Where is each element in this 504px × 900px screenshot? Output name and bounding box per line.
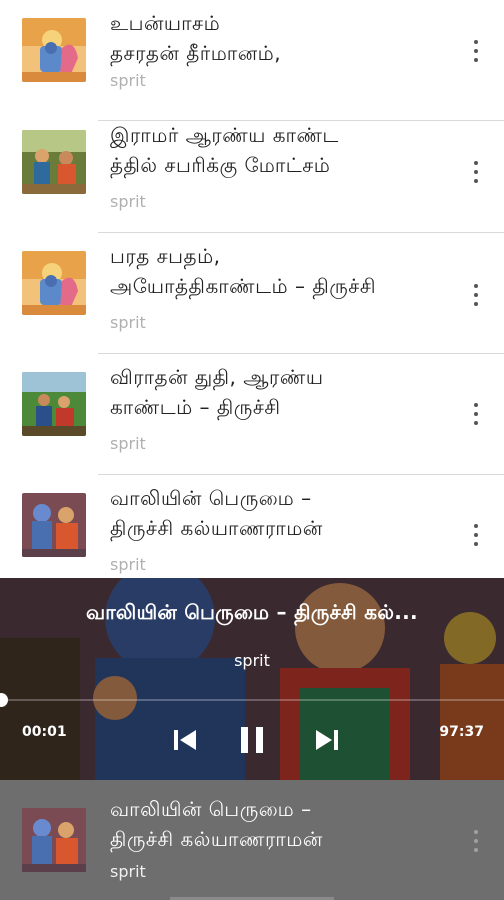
episode-thumbnail [22,251,86,315]
more-options-icon[interactable] [472,284,480,306]
skip-previous-icon[interactable] [172,728,198,752]
mini-player-author: sprit [110,862,146,881]
more-options-icon[interactable] [472,524,480,546]
episode-author: sprit [110,434,146,453]
skip-next-icon[interactable] [314,728,340,752]
episode-title: பரத சபதம், அயோத்திகாண்டம் – திருச்சி [110,244,377,298]
elapsed-time: 00:01 [22,724,67,740]
episode-title: இராமர் ஆரண்ய காண்ட த்தில் சபரிக்கு மோட்ச… [110,123,339,177]
episode-author: sprit [110,555,146,574]
more-options-icon[interactable] [472,830,480,852]
episode-title: விராதன் துதி, ஆரண்ய காண்டம் – திருச்சி [110,365,324,419]
mini-player-thumbnail [22,808,86,872]
episode-thumbnail [22,493,86,557]
seek-bar[interactable] [0,699,504,701]
episode-row[interactable]: பரத சபதம், அயோத்திகாண்டம் – திருச்சி spr… [0,233,504,354]
episode-row[interactable]: இராமர் ஆரண்ய காண்ட த்தில் சபரிக்கு மோட்ச… [0,112,504,233]
episode-thumbnail [22,130,86,194]
more-options-icon[interactable] [472,403,480,425]
episode-thumbnail [22,18,86,82]
now-playing-panel: வாலியின் பெருமை – திருச்சி கல்... sprit … [0,578,504,780]
episode-author: sprit [110,192,146,211]
episode-row[interactable]: வாலியின் பெருமை – திருச்சி கல்யாணராமன் s… [0,475,504,578]
now-playing-author: sprit [234,651,270,670]
episode-title: வாலியின் பெருமை – திருச்சி கல்யாணராமன் [110,486,323,540]
episode-author: sprit [110,71,146,90]
episode-list: உபன்யாசம் தசரதன் தீர்மானம், sprit இராமர்… [0,0,504,578]
mini-player-title: வாலியின் பெருமை – திருச்சி கல்யாணராமன் [110,797,323,851]
more-options-icon[interactable] [472,161,480,183]
more-options-icon[interactable] [472,40,480,62]
episode-author: sprit [110,313,146,332]
pause-icon[interactable] [239,725,265,755]
episode-row[interactable]: விராதன் துதி, ஆரண்ய காண்டம் – திருச்சி s… [0,354,504,475]
mini-player[interactable]: வாலியின் பெருமை – திருச்சி கல்யாணராமன் s… [0,780,504,900]
episode-thumbnail [22,372,86,436]
episode-row[interactable]: உபன்யாசம் தசரதன் தீர்மானம், sprit [0,0,504,121]
now-playing-title: வாலியின் பெருமை – திருச்சி கல்... [86,600,418,624]
total-duration: 97:37 [439,724,484,740]
episode-title: உபன்யாசம் தசரதன் தீர்மானம், [110,11,282,65]
